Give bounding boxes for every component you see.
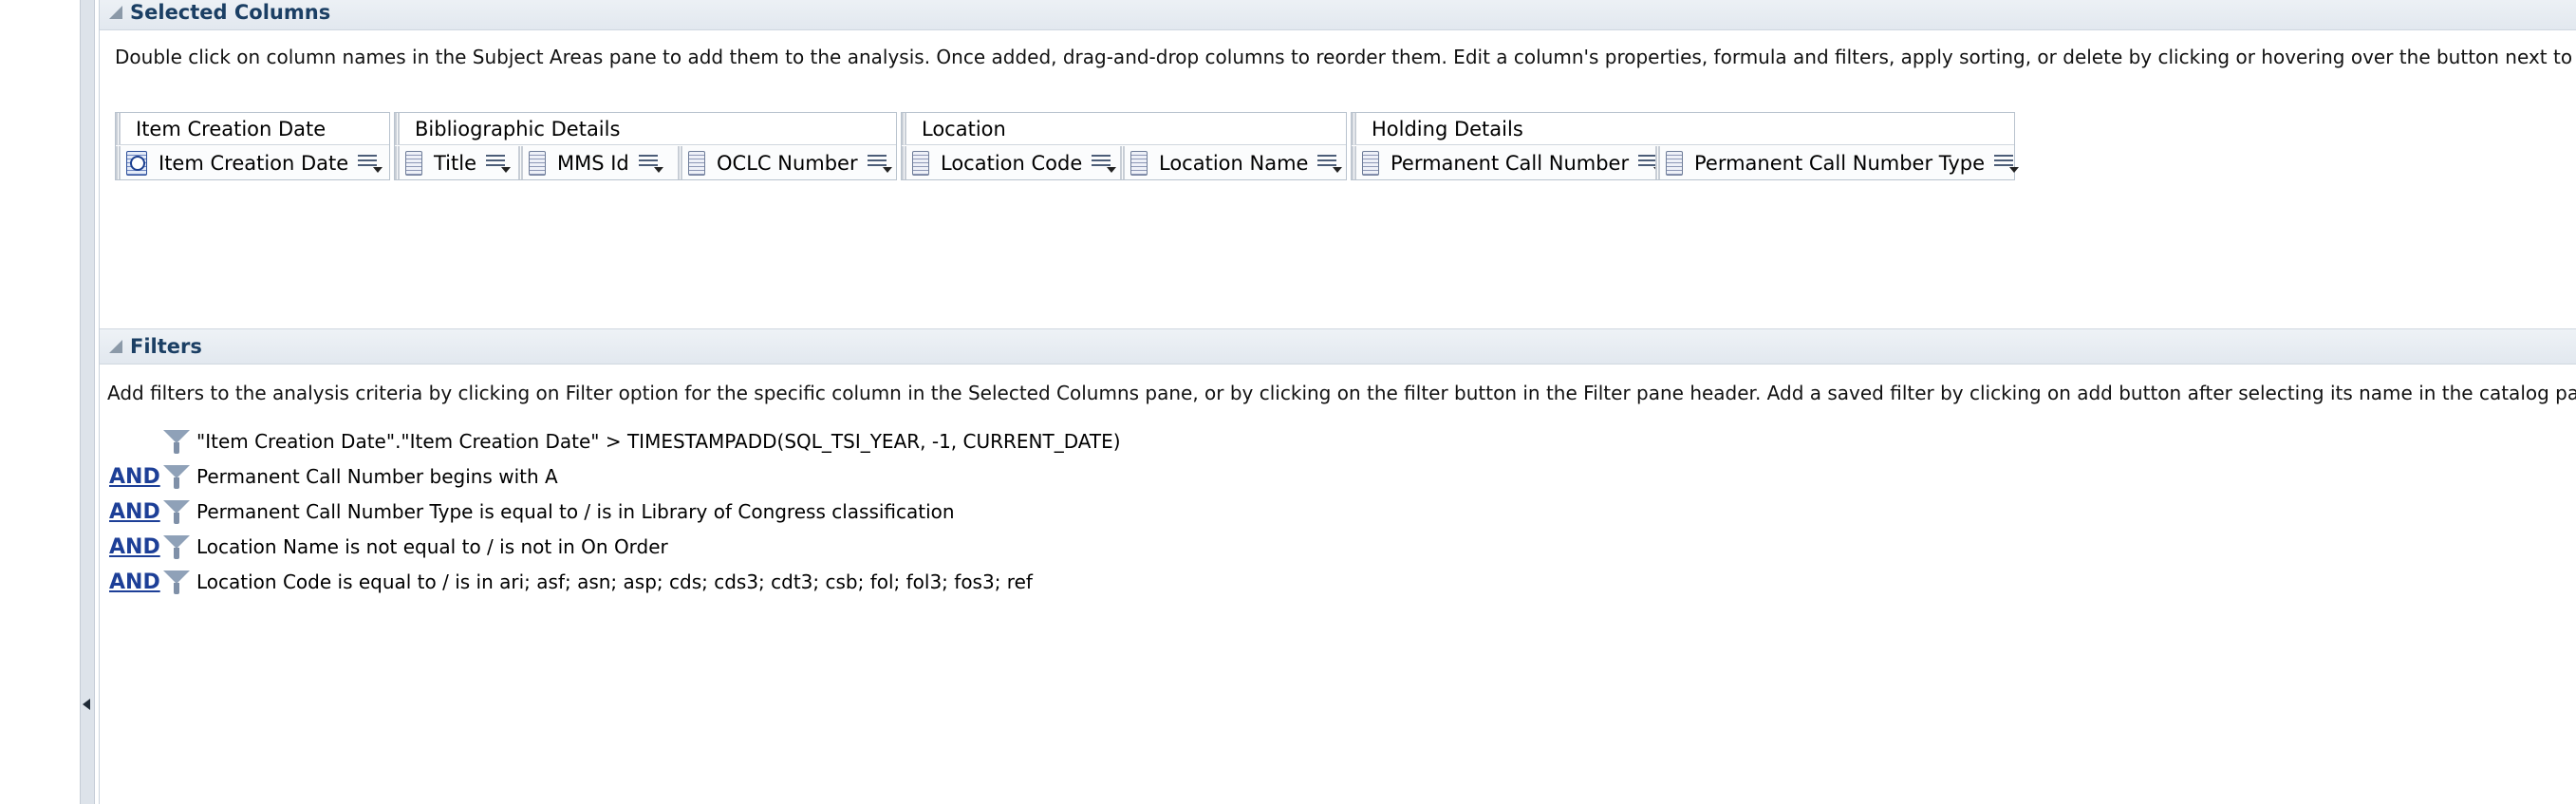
- column-options-icon[interactable]: [1092, 153, 1117, 174]
- column-options-icon[interactable]: [867, 153, 892, 174]
- filter-row: AND Location Code is equal to / is in ar…: [100, 566, 1033, 598]
- column-options-icon[interactable]: [486, 153, 512, 174]
- filter-row: AND Location Name is not equal to / is n…: [100, 531, 668, 563]
- column-group-label: Bibliographic Details: [395, 113, 896, 145]
- date-column-icon: [126, 150, 147, 176]
- column-label: Item Creation Date: [159, 151, 349, 175]
- column-location-name[interactable]: Location Name: [1120, 146, 1346, 179]
- filter-funnel-icon[interactable]: [162, 568, 191, 596]
- column-location-code[interactable]: Location Code: [902, 146, 1120, 179]
- filter-funnel-icon[interactable]: [162, 462, 191, 491]
- column-label: Location Code: [941, 151, 1083, 175]
- filter-text[interactable]: Permanent Call Number Type is equal to /…: [196, 500, 955, 523]
- collapse-triangle-icon[interactable]: [109, 340, 122, 353]
- column-options-icon[interactable]: [1994, 153, 2020, 174]
- left-panel-splitter[interactable]: [80, 0, 95, 804]
- filters-header: Filters: [100, 328, 2576, 365]
- selected-columns-title: Selected Columns: [130, 1, 331, 24]
- filter-funnel-icon[interactable]: [162, 533, 191, 561]
- column-label: Location Name: [1159, 151, 1309, 175]
- attribute-column-icon: [912, 150, 929, 176]
- attribute-column-icon: [1362, 150, 1379, 176]
- filter-funnel-icon[interactable]: [162, 497, 191, 526]
- column-item-creation-date[interactable]: Item Creation Date: [116, 146, 389, 179]
- selected-columns-header: Selected Columns: [100, 0, 2576, 30]
- attribute-column-icon: [1666, 150, 1683, 176]
- criteria-main-area: Selected Columns Double click on column …: [99, 0, 2576, 804]
- column-options-icon[interactable]: [638, 153, 663, 174]
- column-group-bibliographic-details: Bibliographic Details Title MMS Id OCLC …: [394, 112, 897, 180]
- selected-columns-instructions: Double click on column names in the Subj…: [115, 46, 2576, 68]
- column-title[interactable]: Title: [395, 146, 518, 179]
- column-group-label: Item Creation Date: [116, 113, 389, 145]
- and-operator-link[interactable]: AND: [100, 500, 162, 524]
- collapse-left-panel-button[interactable]: [80, 685, 93, 723]
- column-label: Title: [434, 151, 477, 175]
- filters-instructions: Add filters to the analysis criteria by …: [107, 382, 2576, 404]
- column-label: MMS Id: [557, 151, 629, 175]
- column-options-icon[interactable]: [358, 153, 383, 174]
- column-label: Permanent Call Number: [1391, 151, 1630, 175]
- column-label: OCLC Number: [717, 151, 858, 175]
- filters-title: Filters: [130, 335, 202, 358]
- column-options-icon[interactable]: [1317, 153, 1343, 174]
- column-oclc-number[interactable]: OCLC Number: [678, 146, 896, 179]
- filter-text[interactable]: "Item Creation Date"."Item Creation Date…: [196, 430, 1121, 453]
- and-operator-link[interactable]: AND: [100, 570, 162, 594]
- filter-text[interactable]: Location Name is not equal to / is not i…: [196, 535, 668, 558]
- column-group-holding-details: Holding Details Permanent Call Number Pe…: [1351, 112, 2020, 180]
- filter-funnel-icon[interactable]: [162, 427, 191, 456]
- column-group-item-creation-date: Item Creation Date Item Creation Date: [115, 112, 390, 180]
- filter-text[interactable]: Permanent Call Number begins with A: [196, 465, 558, 488]
- collapse-triangle-icon[interactable]: [109, 6, 122, 19]
- column-mms-id[interactable]: MMS Id: [518, 146, 678, 179]
- column-group-label: Location: [902, 113, 1346, 145]
- attribute-column-icon: [1130, 150, 1148, 176]
- attribute-column-icon: [405, 150, 422, 176]
- column-group-label: Holding Details: [1352, 113, 2014, 145]
- and-operator-link[interactable]: AND: [100, 535, 162, 559]
- and-operator-link[interactable]: AND: [100, 465, 162, 489]
- filter-text[interactable]: Location Code is equal to / is in ari; a…: [196, 570, 1033, 593]
- attribute-column-icon: [529, 150, 546, 176]
- column-label: Permanent Call Number Type: [1694, 151, 1986, 175]
- left-gutter: [0, 0, 80, 804]
- column-permanent-call-number-type[interactable]: Permanent Call Number Type: [1655, 146, 2020, 179]
- filter-row: AND Permanent Call Number begins with A: [100, 460, 558, 493]
- attribute-column-icon: [688, 150, 705, 176]
- column-permanent-call-number[interactable]: Permanent Call Number: [1352, 146, 1664, 179]
- filter-row: AND Permanent Call Number Type is equal …: [100, 495, 955, 528]
- collapse-arrow-icon: [83, 699, 90, 710]
- filter-row: "Item Creation Date"."Item Creation Date…: [100, 425, 1121, 458]
- column-group-location: Location Location Code Location Name: [901, 112, 1347, 180]
